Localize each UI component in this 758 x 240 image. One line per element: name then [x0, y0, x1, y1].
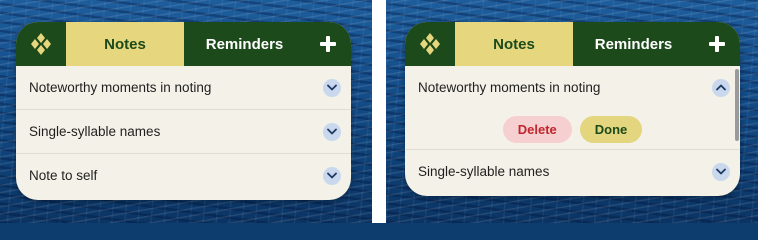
- notes-widget-expanded: Notes Reminders Noteworthy moments in no…: [405, 22, 740, 196]
- note-actions: Delete Done: [405, 109, 740, 150]
- notes-widget-collapsed: Notes Reminders Noteworthy moments in no…: [16, 22, 351, 200]
- chevron-up-icon: [716, 84, 726, 91]
- done-button[interactable]: Done: [579, 115, 643, 143]
- note-title: Noteworthy moments in noting: [29, 80, 212, 95]
- chevron-down-icon: [327, 84, 337, 91]
- four-diamond-logo-icon: [31, 33, 51, 55]
- screenshot-divider: [372, 0, 386, 223]
- expand-button[interactable]: [323, 122, 341, 141]
- widget-header: Notes Reminders: [405, 22, 740, 66]
- scrollbar[interactable]: [735, 69, 739, 141]
- tab-notes[interactable]: Notes: [455, 22, 573, 66]
- note-title: Single-syllable names: [418, 164, 550, 179]
- collapse-button[interactable]: [712, 78, 730, 97]
- notes-list: Noteworthy moments in noting Delete Done…: [405, 66, 740, 193]
- add-button[interactable]: [305, 22, 351, 66]
- chevron-down-icon: [716, 168, 726, 175]
- add-button[interactable]: [694, 22, 740, 66]
- note-item-expanded[interactable]: Noteworthy moments in noting: [405, 66, 740, 109]
- app-logo[interactable]: [405, 22, 455, 66]
- chevron-down-icon: [327, 172, 337, 179]
- plus-icon: [320, 36, 336, 52]
- note-title: Noteworthy moments in noting: [418, 80, 601, 95]
- notes-list: Noteworthy moments in noting Single-syll…: [16, 66, 351, 197]
- expand-button[interactable]: [323, 78, 341, 97]
- app-logo[interactable]: [16, 22, 66, 66]
- note-title: Single-syllable names: [29, 124, 161, 139]
- delete-button[interactable]: Delete: [502, 115, 572, 143]
- expand-button[interactable]: [323, 166, 341, 185]
- note-item[interactable]: Note to self: [16, 154, 351, 197]
- tab-reminders[interactable]: Reminders: [573, 22, 694, 66]
- widget-header: Notes Reminders: [16, 22, 351, 66]
- chevron-down-icon: [327, 128, 337, 135]
- note-title: Note to self: [29, 168, 98, 183]
- note-item[interactable]: Single-syllable names: [405, 150, 740, 193]
- four-diamond-logo-icon: [420, 33, 440, 55]
- note-item[interactable]: Noteworthy moments in noting: [16, 66, 351, 110]
- tab-notes[interactable]: Notes: [66, 22, 184, 66]
- expand-button[interactable]: [712, 162, 730, 181]
- plus-icon: [709, 36, 725, 52]
- tab-reminders[interactable]: Reminders: [184, 22, 305, 66]
- note-item[interactable]: Single-syllable names: [16, 110, 351, 154]
